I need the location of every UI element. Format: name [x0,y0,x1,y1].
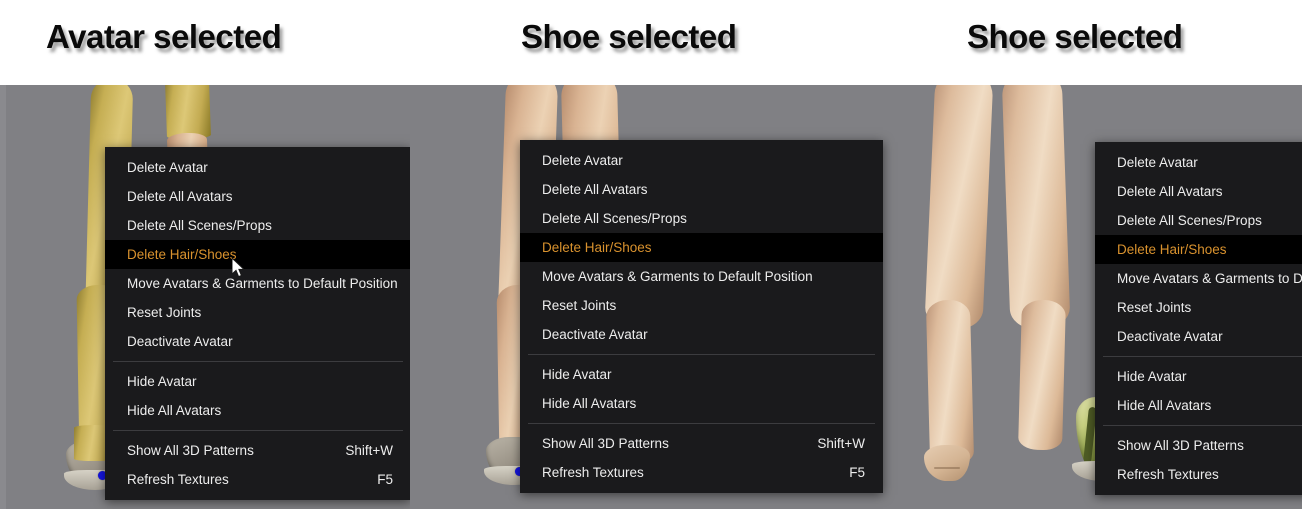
menu-item[interactable]: Show All 3D Patterns Shift+W [520,429,883,458]
menu-item[interactable]: Deactivate Avatar [520,320,883,349]
menu-item-label: Move Avatars & Garments to Default Posit… [542,268,813,284]
menu-item-shortcut: Shift+W [817,435,865,451]
menu-item-shortcut: F5 [849,464,865,480]
menu-item[interactable]: Refresh Textures F5 [105,465,410,494]
menu-item[interactable]: Hide All Avatars [1095,391,1302,420]
avatar-leg-left [924,85,994,331]
page-title: Avatar selected [46,18,282,55]
comparison-panel-shoe-selected-1: Shoe selected Delete Avatar Delete All Av… [410,0,910,509]
menu-item[interactable]: Hide Avatar [1095,362,1302,391]
menu-item[interactable]: Refresh TexturesF5 [1095,460,1302,489]
menu-item-shortcut: F5 [377,471,393,487]
menu-item[interactable]: Delete All Scenes/Props [105,211,410,240]
menu-item[interactable]: Refresh Textures F5 [520,458,883,487]
avatar-toe-line [934,467,960,469]
menu-item[interactable]: Delete All Scenes/Props [1095,206,1302,235]
context-menu[interactable]: Delete Avatar Delete All Avatars Delete Al… [520,140,883,493]
menu-item-label: Hide Avatar [542,366,612,382]
menu-item[interactable]: Move Avatars & Garments to Default Posit… [520,262,883,291]
menu-item-shortcut: Shift+W [345,442,393,458]
menu-item-label: Deactivate Avatar [1117,328,1223,344]
menu-item[interactable]: Hide All Avatars [105,396,410,425]
menu-separator [528,354,875,355]
menu-item-label: Move Avatars & Garments to Default Posit… [127,275,398,291]
menu-item[interactable]: Deactivate Avatar [1095,322,1302,351]
menu-item-label: Delete All Scenes/Props [127,217,272,233]
menu-item-label: Delete Avatar [127,159,208,175]
menu-item[interactable]: Reset Joints [1095,293,1302,322]
comparison-panel-shoe-selected-2: Shoe selected Delete Avatar Delete All Av… [910,0,1302,509]
panel-header: Avatar selected [0,0,410,85]
menu-item[interactable]: Delete All Scenes/Props [520,204,883,233]
page-title: Shoe selected [521,18,737,55]
menu-item-label: Refresh Textures [542,464,644,480]
menu-item-label: Delete Avatar [1117,154,1198,170]
menu-item-label: Hide Avatar [127,373,197,389]
menu-item[interactable]: Show All 3D Patterns Shift+W [105,436,410,465]
menu-item-label: Delete Hair/Shoes [1117,241,1227,257]
panel-header: Shoe selected [410,0,910,85]
avatar-calf-right [1018,299,1066,451]
menu-item[interactable]: Delete Hair/Shoes [520,233,883,262]
menu-item-label: Reset Joints [1117,299,1192,315]
menu-item-label: Show All 3D Patterns [1117,437,1244,453]
menu-item-label: Delete All Avatars [1117,183,1223,199]
menu-item-label: Delete Hair/Shoes [127,246,237,262]
menu-item[interactable]: Hide Avatar [520,360,883,389]
menu-item[interactable]: Deactivate Avatar [105,327,410,356]
menu-item[interactable]: Move Avatars & Garments to Default Posit… [105,269,410,298]
menu-item[interactable]: Delete All Avatars [1095,177,1302,206]
menu-item[interactable]: Show All 3D Patterns Shift+W [1095,431,1302,460]
menu-item-label: Deactivate Avatar [542,326,648,342]
menu-item-label: Delete All Scenes/Props [542,210,687,226]
menu-item-label: Refresh Textures [1117,466,1219,482]
menu-item-shortcut: Shift+W [1289,439,1302,453]
menu-item[interactable]: Delete Hair/Shoes [105,240,410,269]
avatar-leg-right [1001,85,1071,330]
menu-item-label: Refresh Textures [127,471,229,487]
menu-item[interactable]: Delete Avatar [520,146,883,175]
menu-item-label: Show All 3D Patterns [127,442,254,458]
panel-header: Shoe selected [910,0,1302,85]
menu-item-label: Show All 3D Patterns [542,435,669,451]
menu-item-label: Delete All Scenes/Props [1117,212,1262,228]
menu-item[interactable]: Hide Avatar [105,367,410,396]
comparison-panel-avatar-selected: Avatar selected Delete Avatar Delete All … [0,0,410,509]
avatar-foot-left [924,445,970,481]
menu-item-label: Reset Joints [542,297,617,313]
avatar-leg-right-upper [164,85,212,140]
menu-item-label: Move Avatars & Garments to Default Posit… [1117,270,1302,286]
menu-item-label: Delete Avatar [542,152,623,168]
menu-item[interactable]: Delete Avatar [1095,148,1302,177]
menu-item[interactable]: Delete All Avatars [105,182,410,211]
menu-item[interactable]: Delete Hair/Shoes [1095,235,1302,264]
menu-separator [113,361,403,362]
menu-separator [113,430,403,431]
menu-item[interactable]: Delete Avatar [105,153,410,182]
menu-item-label: Delete All Avatars [127,188,233,204]
menu-item[interactable]: Delete All Avatars [520,175,883,204]
menu-item[interactable]: Hide All Avatars [520,389,883,418]
menu-item[interactable]: Move Avatars & Garments to Default Posit… [1095,264,1302,293]
menu-separator [1103,356,1302,357]
menu-item-label: Delete Hair/Shoes [542,239,652,255]
menu-separator [528,423,875,424]
menu-item-label: Reset Joints [127,304,202,320]
context-menu[interactable]: Delete Avatar Delete All Avatars Delete Al… [105,147,410,500]
menu-item-label: Hide All Avatars [127,402,222,418]
menu-separator [1103,425,1302,426]
menu-item-label: Delete All Avatars [542,181,648,197]
menu-item-label: Hide All Avatars [1117,397,1212,413]
menu-item-label: Hide Avatar [1117,368,1187,384]
menu-item-label: Deactivate Avatar [127,333,233,349]
menu-item[interactable]: Reset Joints [520,291,883,320]
context-menu[interactable]: Delete Avatar Delete All Avatars Delete Al… [1095,142,1302,495]
menu-item-label: Hide All Avatars [542,395,637,411]
menu-item[interactable]: Reset Joints [105,298,410,327]
page-title: Shoe selected [967,18,1183,55]
avatar-calf-left [925,299,975,466]
